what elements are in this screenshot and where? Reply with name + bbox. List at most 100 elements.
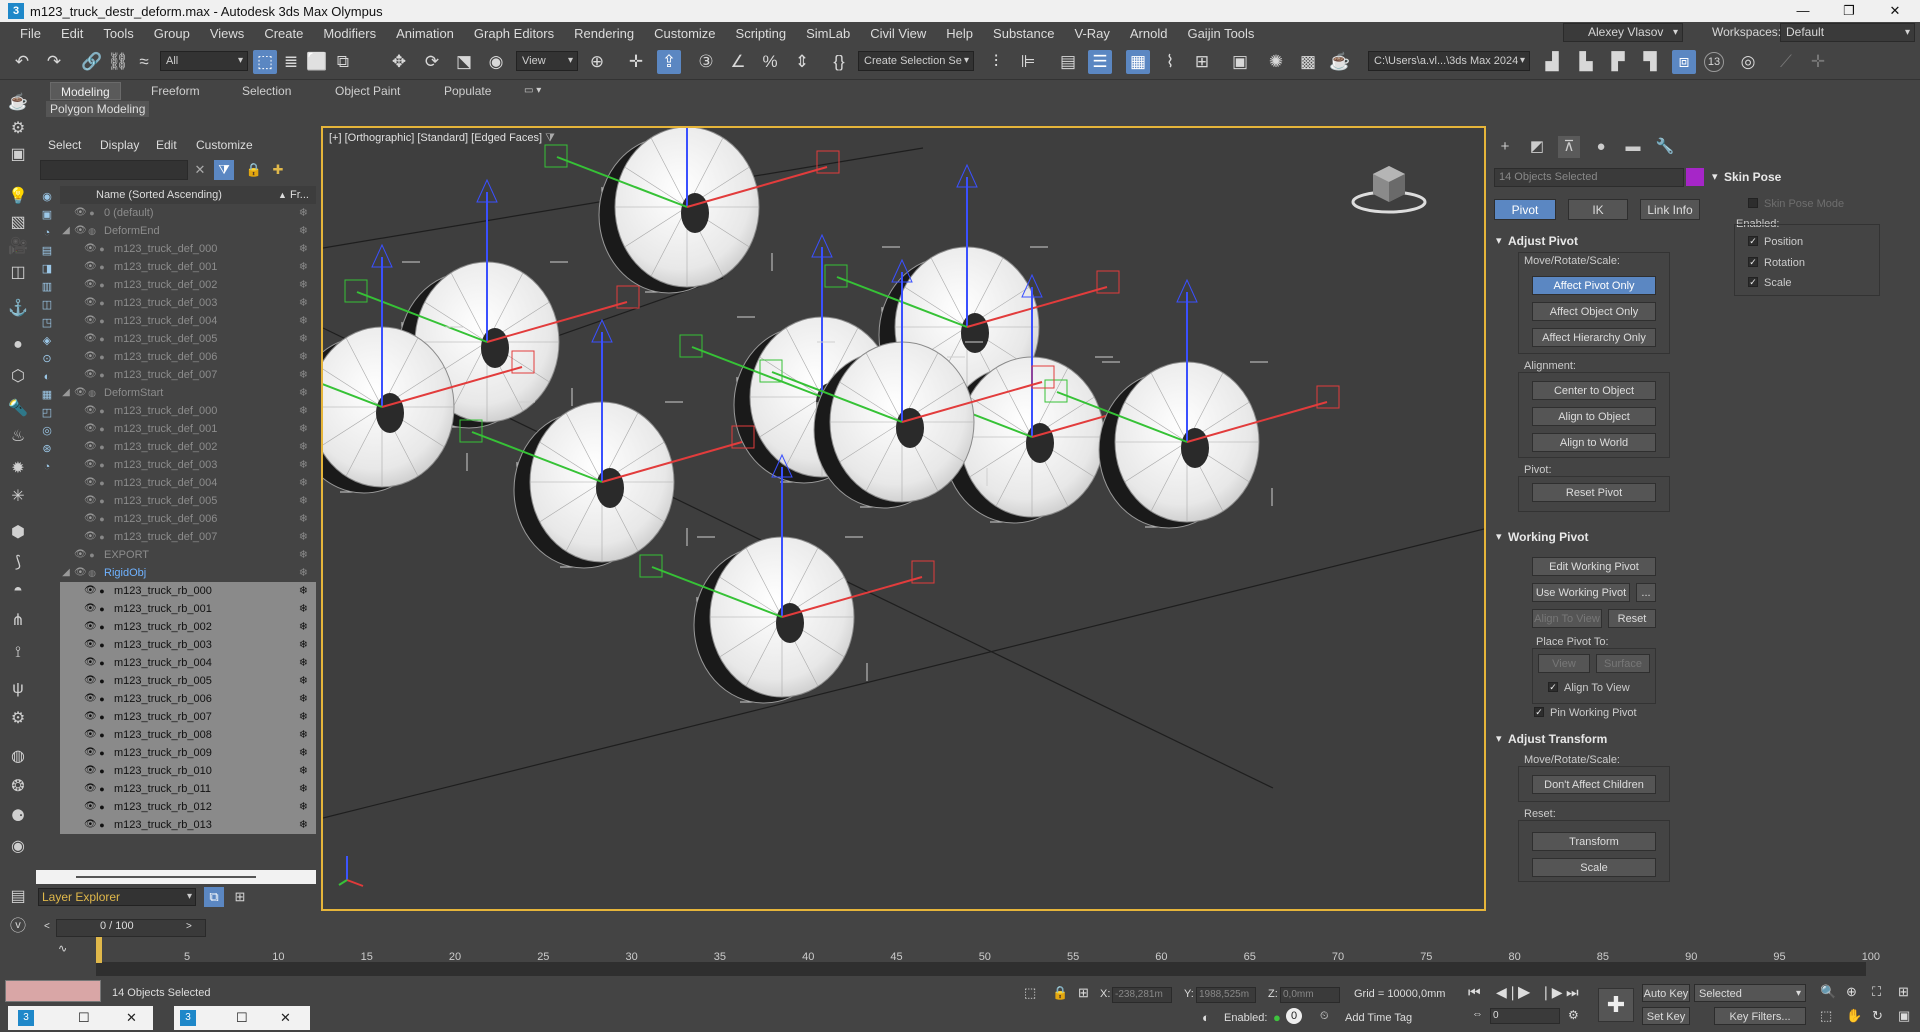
tree-object-row[interactable]: 👁 ● m123_truck_def_001 ❄ (60, 258, 316, 276)
material-editor-icon[interactable]: ▣ (1228, 50, 1252, 74)
frozen-filter-icon[interactable]: ▦ (36, 386, 58, 404)
viewport-orthographic[interactable]: [+] [Orthographic] [Standard] [Edged Fac… (321, 126, 1486, 911)
tree-group-row[interactable]: ◢ 👁 ◍ RigidObj ❄ (60, 564, 316, 582)
tree-object-row[interactable]: 👁 ● m123_truck_rb_009 ❄ (60, 744, 316, 762)
tree-object-row[interactable]: 👁 ● m123_truck_def_003 ❄ (60, 294, 316, 312)
link-info-tab[interactable]: Link Info (1640, 199, 1700, 220)
freeze-icon[interactable]: ❄ (299, 366, 308, 384)
curve-icon[interactable]: ⟟ (6, 642, 30, 664)
rectangular-selection-icon[interactable]: ⬜ (305, 50, 329, 74)
menu-simlab[interactable]: SimLab (796, 26, 860, 41)
modify-tab-icon[interactable]: ◩ (1526, 136, 1548, 158)
menu-customize[interactable]: Customize (644, 26, 725, 41)
rendered-frame-window-icon[interactable]: ▩ (1296, 50, 1320, 74)
menu-group[interactable]: Group (144, 26, 200, 41)
zoom-extents-all-icon[interactable]: ⊞ (1898, 984, 1909, 1000)
expand-arrow-icon[interactable]: ◢ (60, 564, 72, 582)
next-frame-icon[interactable]: ❘▶ (1540, 984, 1563, 1001)
ik-tab[interactable]: IK (1568, 199, 1628, 220)
angle-snap-icon[interactable]: ∠ (726, 50, 750, 74)
tree-object-row[interactable]: 👁 ● m123_truck_rb_004 ❄ (60, 654, 316, 672)
toggle-scene-explorer-icon[interactable]: ▤ (1056, 50, 1080, 74)
visibility-eye-icon[interactable]: 👁 (84, 312, 97, 330)
ribbon-tab-populate[interactable]: Populate (444, 82, 491, 100)
lock-icon[interactable]: 🔒 (244, 160, 264, 180)
menu-graph-editors[interactable]: Graph Editors (464, 26, 564, 41)
reset-pivot-button[interactable]: Reset Pivot (1532, 483, 1656, 502)
visibility-eye-icon[interactable]: 👁 (84, 708, 97, 726)
key-filters-button[interactable]: Key Filters... (1714, 1007, 1806, 1025)
arnold-render-icon[interactable]: ⧈ (1672, 50, 1696, 74)
visibility-eye-icon[interactable]: 👁 (84, 294, 97, 312)
teapot-icon[interactable]: ☕ (6, 92, 30, 114)
layer-explorer-icon[interactable]: ▤ (6, 886, 30, 908)
layers-toggle-icon[interactable]: ⧉ (204, 887, 224, 907)
freeze-icon[interactable]: ❄ (299, 654, 308, 672)
system-icon[interactable]: ⬡ (6, 366, 30, 388)
tree-object-row[interactable]: 👁 ● m123_truck_rb_008 ❄ (60, 726, 316, 744)
visibility-eye-icon[interactable]: 👁 (84, 510, 97, 528)
ribbon-subtab-polygon-modeling[interactable]: Polygon Modeling (46, 101, 150, 117)
working-pivot-options-button[interactable]: ... (1636, 583, 1656, 602)
visibility-eye-icon[interactable]: 👁 (84, 672, 97, 690)
freeze-icon[interactable]: ❄ (299, 384, 308, 402)
column-header-name[interactable]: Name (Sorted Ascending) ▲ Fr... (60, 186, 316, 204)
vray-frame-buffer-icon[interactable]: ▟ (1540, 50, 1564, 74)
tree-object-row[interactable]: 👁 ● m123_truck_def_004 ❄ (60, 474, 316, 492)
freeze-icon[interactable]: ❄ (299, 492, 308, 510)
close-button[interactable]: ✕ (1872, 0, 1918, 22)
menu-create[interactable]: Create (254, 26, 313, 41)
hidden-filter-icon[interactable]: ◰ (36, 404, 58, 422)
tree-object-row[interactable]: 👁 ● m123_truck_rb_011 ❄ (60, 780, 316, 798)
freeze-icon[interactable]: ❄ (299, 816, 308, 834)
visibility-eye-icon[interactable]: 👁 (84, 816, 97, 834)
pivot-tab[interactable]: Pivot (1494, 199, 1556, 220)
tree-object-row[interactable]: 👁 ● m123_truck_rb_007 ❄ (60, 708, 316, 726)
groups-filter-icon[interactable]: ◳ (36, 314, 58, 332)
visibility-eye-icon[interactable]: 👁 (74, 222, 87, 240)
tree-object-row[interactable]: 👁 ● m123_truck_def_007 ❄ (60, 528, 316, 546)
visibility-eye-icon[interactable]: 👁 (74, 384, 87, 402)
time-slider-prev-icon[interactable]: < (44, 921, 50, 932)
freeze-icon[interactable]: ❄ (299, 528, 308, 546)
ribbon-options-icon[interactable]: ▭ ▾ (524, 82, 541, 100)
field-of-view-icon[interactable]: ⬚ (1820, 1008, 1832, 1024)
skin-pose-rollout[interactable]: Skin Pose (1710, 168, 1900, 186)
freeze-icon[interactable]: ❄ (299, 672, 308, 690)
mirror-icon[interactable]: ⫶ (984, 50, 1008, 74)
tree-object-row[interactable]: 👁 ● m123_truck_def_006 ❄ (60, 348, 316, 366)
position-checkbox[interactable]: ✓ Position (1748, 236, 1803, 248)
key-mode-icon[interactable]: ⇔ (1472, 1008, 1483, 1020)
menu-tools[interactable]: Tools (93, 26, 143, 41)
render-production-icon[interactable]: ☕ (1328, 50, 1352, 74)
selection-lock-icon[interactable]: 🔒 (1052, 985, 1068, 1001)
freeze-icon[interactable]: ❄ (299, 240, 308, 258)
menu-views[interactable]: Views (200, 26, 254, 41)
visibility-eye-icon[interactable]: 👁 (84, 582, 97, 600)
freeze-icon[interactable]: ❄ (299, 258, 308, 276)
freeze-icon[interactable]: ❄ (299, 636, 308, 654)
x-coordinate-field[interactable]: -238,281m (1112, 987, 1172, 1003)
box-icon[interactable]: ▣ (6, 144, 30, 166)
gear-icon[interactable]: ⚙ (6, 708, 30, 730)
visibility-eye-icon[interactable]: 👁 (84, 798, 97, 816)
working-pivot-reset-button[interactable]: Reset (1608, 609, 1656, 628)
tree-object-row[interactable]: 👁 ● m123_truck_def_004 ❄ (60, 312, 316, 330)
menu-arnold[interactable]: Arnold (1120, 26, 1178, 41)
percent-snap-icon[interactable]: % (758, 50, 782, 74)
bones-filter-icon[interactable]: ⊙ (36, 350, 58, 368)
helper-icon[interactable]: ⚙ (6, 118, 30, 140)
time-slider-thumb[interactable] (96, 937, 102, 963)
working-pivot-rollout[interactable]: Working Pivot (1494, 528, 1694, 546)
visibility-eye-icon[interactable]: 👁 (74, 546, 87, 564)
containers-filter-icon[interactable]: ◐ (36, 368, 58, 386)
absolute-mode-icon[interactable]: ⊞ (1078, 985, 1089, 1001)
link-icon[interactable]: 🔗 (80, 50, 104, 74)
hierarchy-toggle-icon[interactable]: ⊞ (230, 887, 250, 907)
freeze-icon[interactable]: ❄ (299, 438, 308, 456)
network-icon[interactable]: ⋔ (6, 610, 30, 632)
sphere-icon[interactable]: ● (6, 334, 30, 356)
visibility-eye-icon[interactable]: 👁 (84, 330, 97, 348)
create-tab-icon[interactable]: + (1494, 136, 1516, 158)
tree-object-row[interactable]: 👁 ● m123_truck_rb_002 ❄ (60, 618, 316, 636)
